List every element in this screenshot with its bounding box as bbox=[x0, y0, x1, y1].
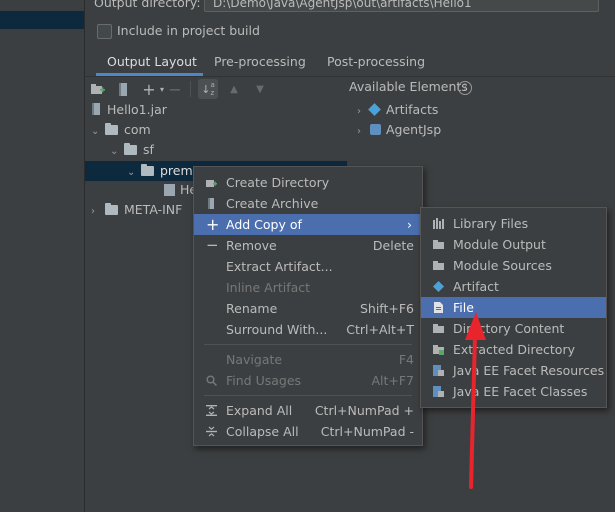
annotation-arrow bbox=[465, 312, 486, 489]
